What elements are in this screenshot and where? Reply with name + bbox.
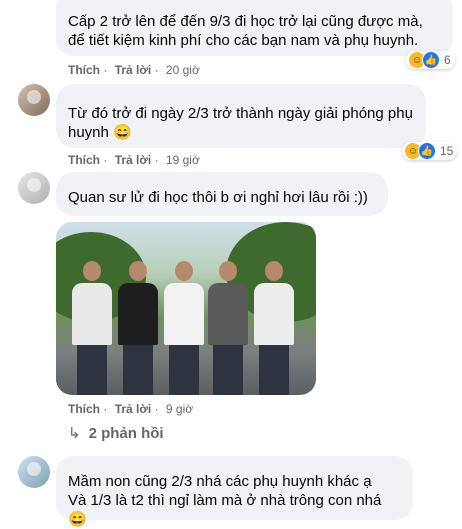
separator: ·	[103, 153, 108, 167]
separator: ·	[103, 402, 108, 416]
reaction-count: 15	[440, 144, 454, 158]
commenter-name[interactable]	[68, 178, 376, 188]
person	[72, 261, 112, 395]
comment-actions: Thích · Trả lời · 9 giờ	[68, 402, 197, 416]
avatar[interactable]	[18, 84, 50, 116]
separator: ·	[154, 63, 159, 77]
reaction-count: 6	[444, 53, 451, 67]
replies-count[interactable]: 2 phản hồi	[89, 425, 164, 442]
separator: ·	[154, 153, 159, 167]
comment-text-line-2: Và 1/3 là t2 thì ngỉ làm mà ở nhà trông …	[68, 492, 382, 528]
reactions-badge[interactable]: ☺ 👍 6	[406, 51, 455, 69]
view-replies-link[interactable]: ↳ 2 phản hồi	[68, 424, 164, 442]
reactions-badge[interactable]: ☺ 👍 15	[402, 142, 458, 160]
person	[208, 261, 248, 395]
person	[254, 261, 294, 395]
separator: ·	[103, 63, 108, 77]
comment-actions: Thích · Trả lời · 19 giờ	[68, 153, 204, 167]
reply-link[interactable]: Trả lời	[115, 402, 152, 416]
like-link[interactable]: Thích	[68, 153, 100, 167]
reply-link[interactable]: Trả lời	[115, 153, 152, 167]
timestamp[interactable]: 20 giờ	[166, 63, 200, 77]
reply-link[interactable]: Trả lời	[115, 63, 152, 77]
commenter-name[interactable]	[68, 90, 414, 104]
avatar[interactable]	[18, 172, 50, 204]
like-icon: 👍	[422, 51, 440, 69]
comment-bubble: Từ đó trở đi ngày 2/3 trở thành ngày giả…	[56, 84, 426, 148]
separator: ·	[154, 402, 159, 416]
timestamp[interactable]: 9 giờ	[166, 402, 193, 416]
comment-text: Cấp 2 trở lên để đến 9/3 đi học trở lại …	[68, 13, 423, 49]
like-link[interactable]: Thích	[68, 402, 100, 416]
commenter-name[interactable]	[68, 462, 401, 472]
comment-text-line-1: Mầm non cũng 2/3 nhá các phụ huynh khác …	[68, 473, 372, 490]
avatar[interactable]	[18, 456, 50, 488]
comment-bubble: Quan sư lử đi học thôi b ơi nghỉ hơi lâu…	[56, 172, 388, 216]
comment-bubble: Cấp 2 trở lên để đến 9/3 đi học trở lại …	[56, 0, 453, 56]
comment-text: Quan sư lử đi học thôi b ơi nghỉ hơi lâu…	[68, 189, 368, 206]
like-link[interactable]: Thích	[68, 63, 100, 77]
comment-actions: Thích · Trả lời · 20 giờ	[68, 63, 204, 77]
reply-arrow-icon: ↳	[68, 425, 81, 442]
comment-bubble: Mầm non cũng 2/3 nhá các phụ huynh khác …	[56, 456, 413, 528]
timestamp[interactable]: 19 giờ	[166, 153, 200, 167]
person	[118, 261, 158, 395]
comment-photo[interactable]	[56, 222, 316, 395]
like-icon: 👍	[418, 142, 436, 160]
person	[164, 261, 204, 395]
comment-text: Từ đó trở đi ngày 2/3 trở thành ngày giả…	[68, 105, 413, 141]
